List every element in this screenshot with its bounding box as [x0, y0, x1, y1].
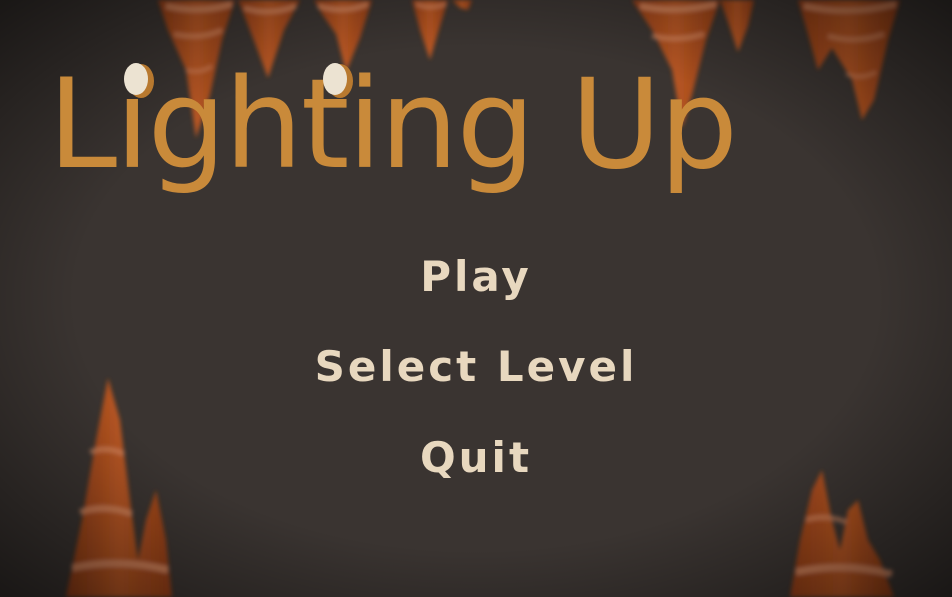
game-screen: Lighting Up Play Select Level Quit: [0, 0, 952, 597]
game-title: Lighting Up: [40, 53, 738, 240]
play-button[interactable]: Play: [0, 256, 952, 298]
quit-button[interactable]: Quit: [0, 437, 952, 479]
select-level-button[interactable]: Select Level: [0, 346, 952, 388]
